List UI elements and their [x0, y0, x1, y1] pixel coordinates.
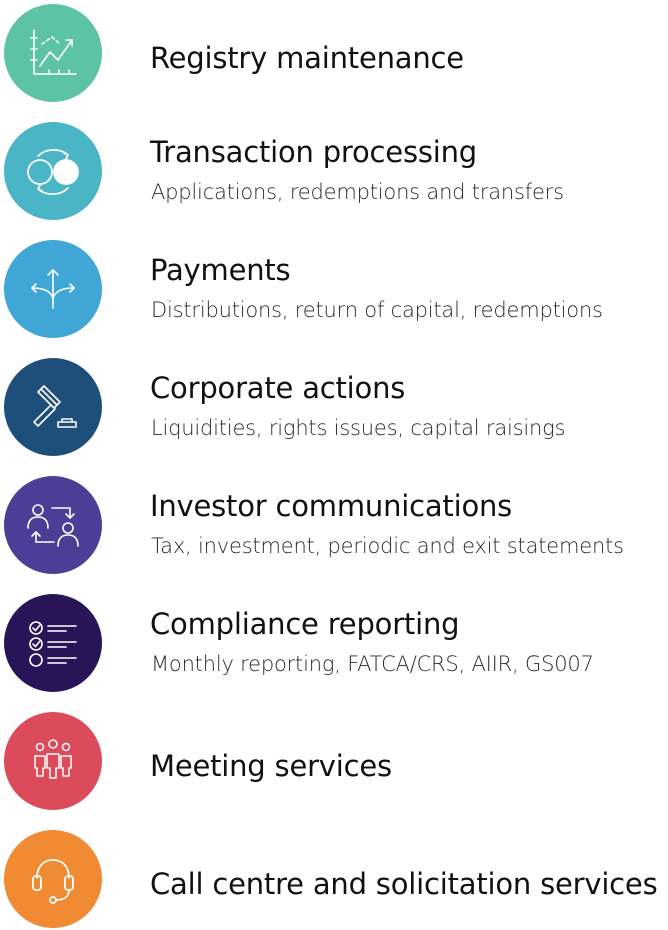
service-title: Meeting services	[150, 749, 392, 783]
service-item: Transaction processing Applications, red…	[0, 122, 668, 222]
service-title: Corporate actions	[150, 371, 406, 405]
service-subtitle: Monthly reporting, FATCA/CRS, AIIR, GS00…	[151, 652, 594, 676]
service-item: Investor communications Tax, investment,…	[0, 476, 668, 576]
gavel-icon	[4, 358, 102, 456]
service-title: Payments	[150, 253, 291, 287]
service-title: Call centre and solicitation services	[150, 867, 658, 901]
line-chart-icon	[4, 4, 102, 102]
service-title: Compliance reporting	[150, 607, 460, 641]
split-arrows-icon	[4, 240, 102, 338]
service-item: Registry maintenance	[0, 4, 668, 104]
service-item: Meeting services	[0, 712, 668, 812]
service-title: Investor communications	[150, 489, 513, 523]
headset-icon	[4, 830, 102, 928]
service-item: Corporate actions Liquidities, rights is…	[0, 358, 668, 458]
service-title: Registry maintenance	[150, 41, 464, 75]
service-item: Compliance reporting Monthly reporting, …	[0, 594, 668, 694]
service-item: Call centre and solicitation services	[0, 830, 668, 930]
service-subtitle: Tax, investment, periodic and exit state…	[151, 534, 624, 558]
service-subtitle: Distributions, return of capital, redemp…	[151, 298, 603, 322]
service-title: Transaction processing	[150, 135, 478, 169]
service-subtitle: Liquidities, rights issues, capital rais…	[151, 416, 566, 440]
group-people-icon	[4, 712, 102, 810]
exchange-circles-icon	[4, 122, 102, 220]
people-exchange-icon	[4, 476, 102, 574]
checklist-icon	[4, 594, 102, 692]
service-item: Payments Distributions, return of capita…	[0, 240, 668, 340]
service-subtitle: Applications, redemptions and transfers	[151, 180, 564, 204]
